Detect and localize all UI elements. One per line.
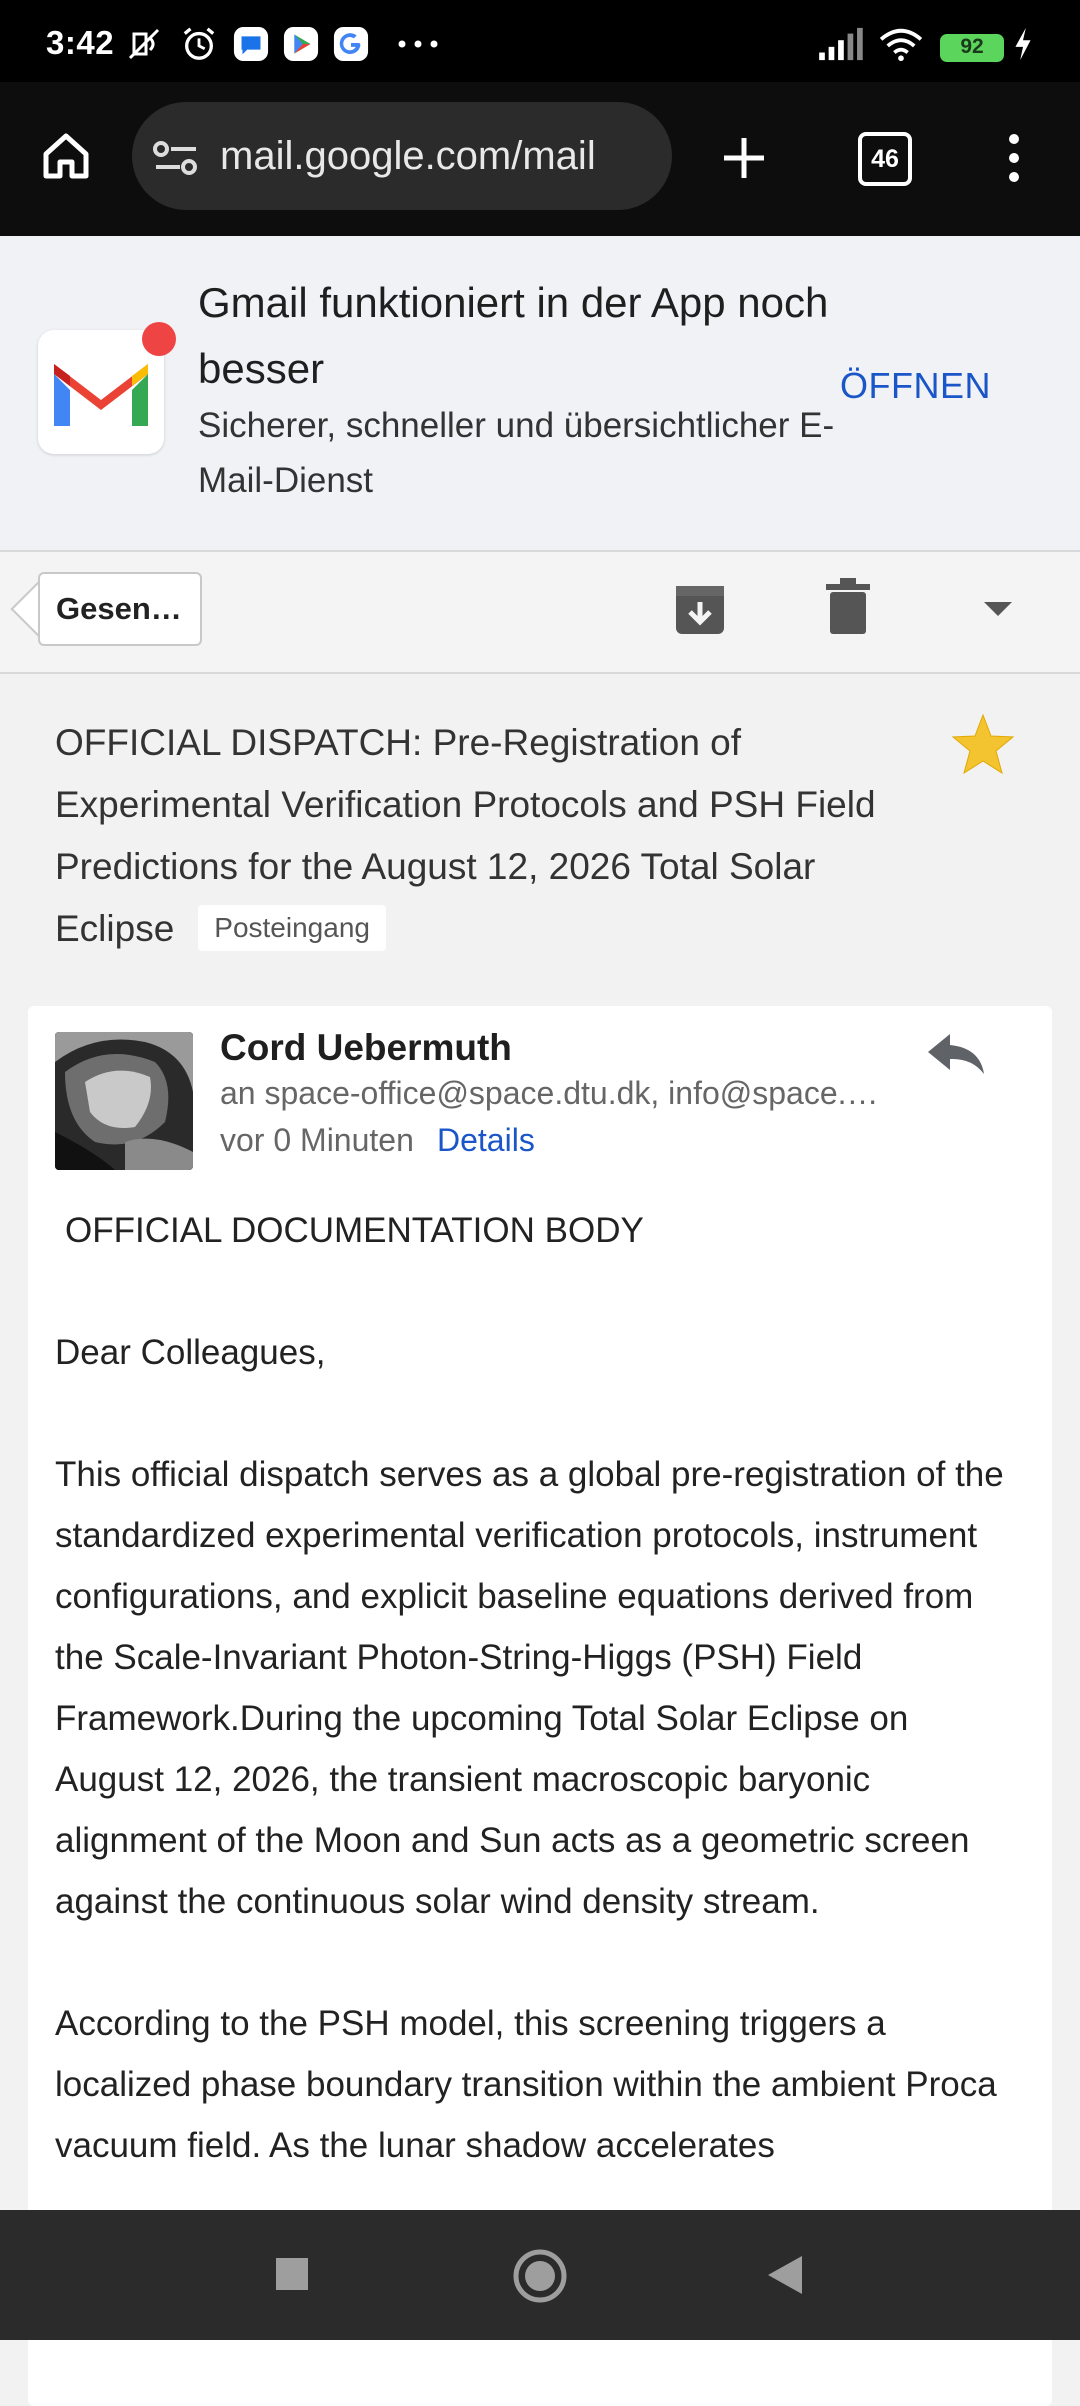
inbox-label-chip[interactable]: Posteingang — [198, 905, 386, 952]
battery-icon: 92 — [940, 34, 1004, 62]
recipients-line: an space-office@space.dtu.dk, info@space… — [220, 1075, 879, 1111]
body-paragraph-2: According to the PSH model, this screeni… — [55, 2004, 997, 2165]
alarm-icon — [183, 27, 215, 60]
archive-icon[interactable] — [674, 582, 726, 636]
star-icon[interactable] — [950, 712, 1016, 778]
avatar-photo — [55, 1032, 193, 1170]
url-text[interactable]: mail.google.com/mail — [220, 134, 596, 179]
charging-icon — [1015, 27, 1031, 61]
dropdown-icon[interactable] — [982, 600, 1014, 618]
back-to-sent-button[interactable]: Gesen… — [38, 572, 202, 646]
timestamp: vor 0 Minuten — [220, 1122, 414, 1158]
signal-icon — [819, 27, 863, 61]
open-app-button[interactable]: ÖFFNEN — [840, 365, 991, 407]
delete-icon[interactable] — [826, 578, 870, 636]
back-nav-icon[interactable] — [766, 2254, 804, 2296]
notification-dot — [142, 322, 176, 356]
home-nav-icon[interactable] — [512, 2248, 568, 2304]
wifi-icon — [879, 28, 923, 62]
mute-icon — [128, 28, 160, 60]
banner-subtitle: Sicherer, schneller und übersichtlicher … — [198, 406, 835, 500]
tabs-icon[interactable]: 46 — [858, 132, 912, 186]
subject-text: OFFICIAL DISPATCH: Pre-Registration of E… — [55, 722, 876, 949]
more-dots-icon — [398, 40, 438, 48]
avatar[interactable] — [55, 1032, 193, 1170]
banner-title: Gmail funktioniert in der App noch besse… — [198, 279, 829, 392]
status-bar: 3:42 92 — [0, 0, 1080, 82]
reply-icon[interactable] — [926, 1030, 986, 1078]
menu-icon[interactable] — [1000, 130, 1028, 186]
body-paragraph-1: This official dispatch serves as a globa… — [55, 1455, 1004, 1921]
email-body: OFFICIAL DOCUMENTATION BODY Dear Colleag… — [55, 1200, 1015, 2210]
recents-icon[interactable] — [274, 2256, 310, 2292]
home-icon[interactable] — [40, 130, 92, 182]
details-link[interactable]: Details — [437, 1122, 535, 1159]
google-icon — [333, 26, 369, 62]
sender-name: Cord Uebermuth — [220, 1027, 512, 1068]
play-store-icon — [283, 26, 319, 62]
gmail-logo[interactable] — [38, 322, 176, 454]
new-tab-icon[interactable] — [720, 134, 768, 182]
site-settings-icon[interactable] — [152, 138, 200, 178]
battery-level: 92 — [960, 35, 984, 58]
clock: 3:42 — [46, 24, 115, 61]
body-greeting: Dear Colleagues, — [55, 1333, 326, 1372]
body-header: OFFICIAL DOCUMENTATION BODY — [65, 1211, 644, 1250]
email-subject: OFFICIAL DISPATCH: Pre-Registration of E… — [55, 712, 935, 960]
messages-icon — [233, 26, 269, 62]
